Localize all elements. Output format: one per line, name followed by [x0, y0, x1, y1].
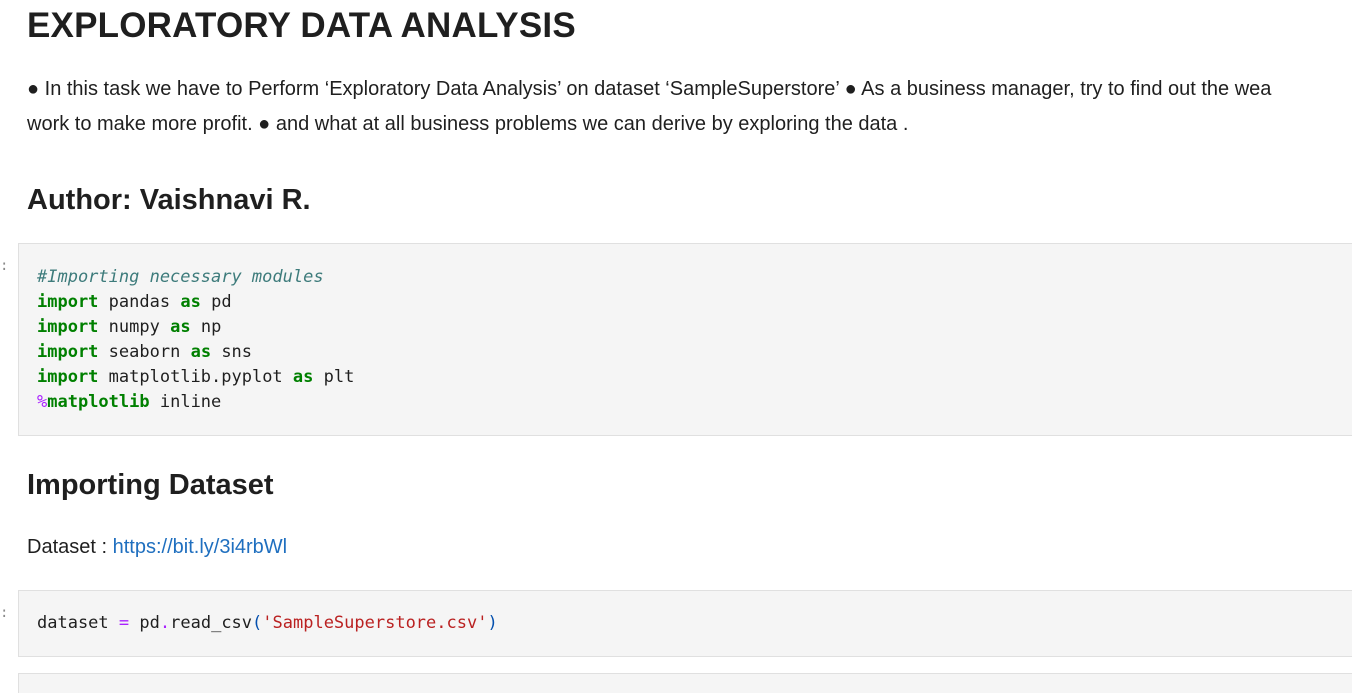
code-cell-read-csv[interactable]: dataset = pd.read_csv('SampleSuperstore.…: [18, 590, 1352, 657]
module-alias: sns: [221, 342, 253, 362]
keyword-import: import: [37, 367, 99, 387]
keyword-as: as: [292, 367, 314, 387]
dataset-source-line: Dataset : https://bit.ly/3i4rbWl: [27, 530, 287, 565]
module-alias: plt: [323, 367, 355, 387]
object-name: pd: [139, 613, 160, 633]
magic-command: matplotlib: [47, 392, 150, 412]
code-comment: #Importing necessary modules: [37, 267, 324, 287]
keyword-as: as: [180, 292, 201, 312]
dataset-link[interactable]: https://bit.ly/3i4rbWl: [113, 536, 288, 558]
open-paren: (: [252, 613, 263, 633]
cell-1-marker[interactable]: :: [0, 259, 8, 273]
assignment-operator: =: [118, 613, 130, 633]
code-cell-imports[interactable]: #Importing necessary modules import pand…: [18, 243, 1352, 436]
code-cell-imports-source[interactable]: #Importing necessary modules import pand…: [37, 265, 354, 415]
cell-2-marker[interactable]: :: [0, 606, 8, 620]
string-argument: 'SampleSuperstore.csv': [262, 613, 488, 633]
module-alias: pd: [211, 292, 232, 312]
function-name: read_csv: [170, 613, 253, 633]
module-name: numpy: [108, 317, 160, 337]
intro-line-2: work to make more profit. ● and what at …: [27, 113, 909, 135]
keyword-import: import: [37, 342, 99, 362]
module-alias: np: [200, 317, 222, 337]
dataset-label: Dataset :: [27, 536, 113, 558]
code-cell-read-csv-source[interactable]: dataset = pd.read_csv('SampleSuperstore.…: [37, 611, 498, 636]
keyword-import: import: [37, 317, 99, 337]
keyword-as: as: [170, 317, 191, 337]
author-heading: Author: Vaishnavi R.: [27, 184, 311, 216]
keyword-as: as: [190, 342, 212, 362]
module-name: matplotlib.pyplot: [108, 367, 283, 387]
magic-percent: %: [37, 392, 48, 412]
importing-dataset-heading: Importing Dataset: [27, 469, 274, 501]
page-title: EXPLORATORY DATA ANALYSIS: [27, 6, 576, 45]
module-name: pandas: [108, 292, 171, 312]
variable-name: dataset: [37, 613, 109, 633]
close-paren: ): [487, 613, 498, 633]
intro-line-1: ● In this task we have to Perform ‘Explo…: [27, 78, 1272, 100]
module-name: seaborn: [108, 342, 181, 362]
dot-operator: .: [159, 613, 171, 633]
code-cell-next[interactable]: [18, 673, 1352, 693]
keyword-import: import: [37, 292, 99, 312]
magic-argument: inline: [159, 392, 222, 412]
